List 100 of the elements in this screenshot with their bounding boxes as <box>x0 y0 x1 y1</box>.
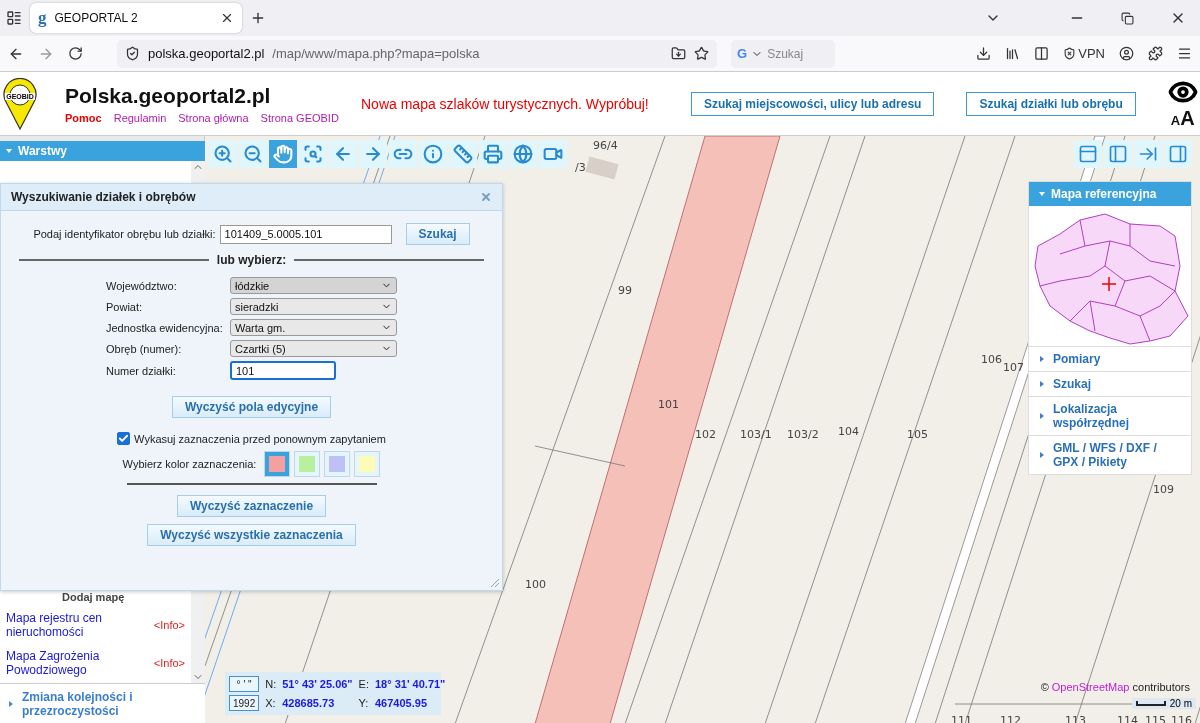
coord-value: 51° 43' 25.06" <box>282 678 353 690</box>
info-icon[interactable] <box>419 140 447 168</box>
left-panel-icon[interactable] <box>1104 140 1132 168</box>
parcel-number: 96/4 <box>593 139 618 152</box>
parcel-number: 103/2 <box>787 428 819 441</box>
search-field[interactable]: G Szukaj <box>731 39 835 68</box>
color-swatch[interactable] <box>264 451 291 477</box>
search-placeholder: Szukaj <box>767 46 804 61</box>
close-icon[interactable] <box>220 11 234 25</box>
reference-map-header[interactable]: Mapa referencyjna <box>1029 182 1191 206</box>
clear-all-button[interactable]: Wyczyść wszystkie zaznaczenia <box>147 524 356 546</box>
color-swatch[interactable] <box>354 451 381 477</box>
nav-link[interactable]: Strona główna <box>178 111 249 124</box>
menu-icon[interactable] <box>1177 46 1192 61</box>
field-label: Jednostka ewidencyjna: <box>106 321 224 334</box>
tab-list-icon[interactable] <box>6 10 22 26</box>
link-icon[interactable] <box>389 140 417 168</box>
layer-link[interactable]: Mapa rejestru cen nieruchomości <box>6 611 116 639</box>
zoom-box-icon[interactable] <box>299 140 327 168</box>
order-section[interactable]: Zmiana kolejności i przezroczystości <box>0 683 205 723</box>
reload-icon[interactable] <box>68 46 83 61</box>
new-tab-icon[interactable] <box>250 10 266 26</box>
field-label: Numer działki: <box>106 364 177 377</box>
install-icon[interactable] <box>671 46 686 61</box>
zoom-in-icon[interactable] <box>209 140 237 168</box>
osm-link[interactable]: OpenStreetMap <box>1051 681 1130 693</box>
dms-button[interactable]: ° ' " <box>229 676 260 692</box>
info-link[interactable]: <Info> <box>153 619 185 631</box>
clear-selection-button[interactable]: Wyczyść zaznaczenie <box>176 495 327 517</box>
color-label: Wybierz kolor zaznaczenia: <box>122 458 257 470</box>
info-link[interactable]: <Info> <box>153 657 185 669</box>
parcel-number: 100 <box>525 578 546 591</box>
parcel-number: 104 <box>838 425 859 438</box>
parcel-number: 102 <box>695 428 716 441</box>
field-label: Obręb (numer): <box>106 342 183 355</box>
coord-label: E: <box>358 678 369 690</box>
field-label: Powiat: <box>106 300 144 313</box>
attribution: © OpenStreetMap contributors <box>1040 681 1190 693</box>
printer-icon[interactable] <box>479 140 507 168</box>
url-path: /map/www/mapa.php?mapa=polska <box>272 46 481 61</box>
add-map-label: Dodaj mapę <box>61 591 126 603</box>
triangle-icon <box>9 700 13 707</box>
coord-value: 428685.73 <box>282 697 336 709</box>
parcel-number: 99 <box>618 284 632 297</box>
zoom-out-icon[interactable] <box>239 140 267 168</box>
nav-link[interactable]: Regulamin <box>113 111 167 124</box>
tab-title: GEOPORTAL 2 <box>54 11 139 25</box>
panel-item[interactable]: GML / WFS / DXF / GPX / Pikiety <box>1029 435 1191 474</box>
dropdown[interactable]: Warta gm. <box>230 319 397 336</box>
library-icon[interactable] <box>1005 46 1021 61</box>
parcel-number: 101 <box>658 398 679 411</box>
dropdown[interactable]: łódzkie <box>230 277 397 294</box>
video-camera-icon[interactable] <box>539 140 567 168</box>
color-swatch[interactable] <box>294 451 321 477</box>
field-label: Województwo: <box>106 279 178 292</box>
dropdown[interactable]: Czartki (5) <box>230 340 397 357</box>
layer-link[interactable]: Mapa Zagrożenia Powodziowego <box>6 649 116 677</box>
identifier-field[interactable]: 101409_5.0005.101 <box>219 224 392 244</box>
ruler-icon[interactable] <box>449 140 477 168</box>
parcel-number: 105 <box>907 428 928 441</box>
star-icon[interactable] <box>694 46 709 61</box>
panel-item[interactable]: Szukaj <box>1029 371 1191 396</box>
checkbox-label: Wykasuj zaznaczenia przed ponownym zapytaniem <box>134 432 386 445</box>
top-panel-icon[interactable] <box>1074 140 1102 168</box>
parcel-number: 107 <box>1003 361 1024 374</box>
panel-item[interactable]: Pomiary <box>1029 346 1191 371</box>
browser-tab[interactable]: g GEOPORTAL 2 <box>30 3 242 33</box>
download-icon[interactable] <box>976 46 992 61</box>
field-label: Podaj identyfikator obrębu lub działki: <box>33 228 216 240</box>
account-icon[interactable] <box>1119 46 1134 61</box>
number-field[interactable]: 101 <box>230 361 336 380</box>
url-host: polska.geoportal2.pl <box>148 46 265 61</box>
layers-header[interactable]: Warstwy <box>0 141 205 161</box>
address-bar[interactable]: polska.geoportal2.pl /map/www/mapa.php?mapa=polska <box>117 39 717 68</box>
clear-fields-button[interactable]: Wyczyść pola edycyjne <box>171 396 332 418</box>
panel-item[interactable]: Lokalizacja współrzędnej <box>1029 396 1191 435</box>
search-engine-icon: G <box>737 46 748 61</box>
search-button[interactable]: Szukaj działki lub obrębu <box>966 91 1136 116</box>
search-button[interactable]: Szukaj <box>405 223 470 245</box>
epsg-button[interactable]: 1992 <box>229 695 260 711</box>
color-swatch[interactable] <box>324 451 351 477</box>
restore-icon[interactable] <box>1121 11 1134 25</box>
font-size-button[interactable]: AA <box>1170 107 1195 130</box>
nav-link[interactable]: Strona GEOBID <box>260 111 339 124</box>
vpn-button[interactable]: VPN <box>1063 46 1105 61</box>
extensions-icon[interactable] <box>1148 46 1163 61</box>
coord-label: X: <box>265 697 277 709</box>
checkbox[interactable] <box>117 432 131 445</box>
search-button[interactable]: Szukaj miejscowości, ulicy lub adresu <box>691 91 935 116</box>
dropdown[interactable]: sieradzki <box>230 298 397 315</box>
coord-label: N: <box>265 678 277 690</box>
coord-value: 18° 31' 40.71" <box>375 678 446 690</box>
hand-icon[interactable] <box>269 140 297 168</box>
sidebar-icon[interactable] <box>1034 46 1050 61</box>
globe-icon[interactable] <box>509 140 537 168</box>
parcel-number: /3 <box>575 161 586 174</box>
right-panel-icon[interactable] <box>1164 140 1192 168</box>
scale-bar: 20 m <box>1131 698 1196 709</box>
nav-link[interactable]: Pomoc <box>65 111 102 124</box>
promo-link[interactable]: Nowa mapa szlaków turystycznych. Wypróbuj! <box>361 95 691 112</box>
